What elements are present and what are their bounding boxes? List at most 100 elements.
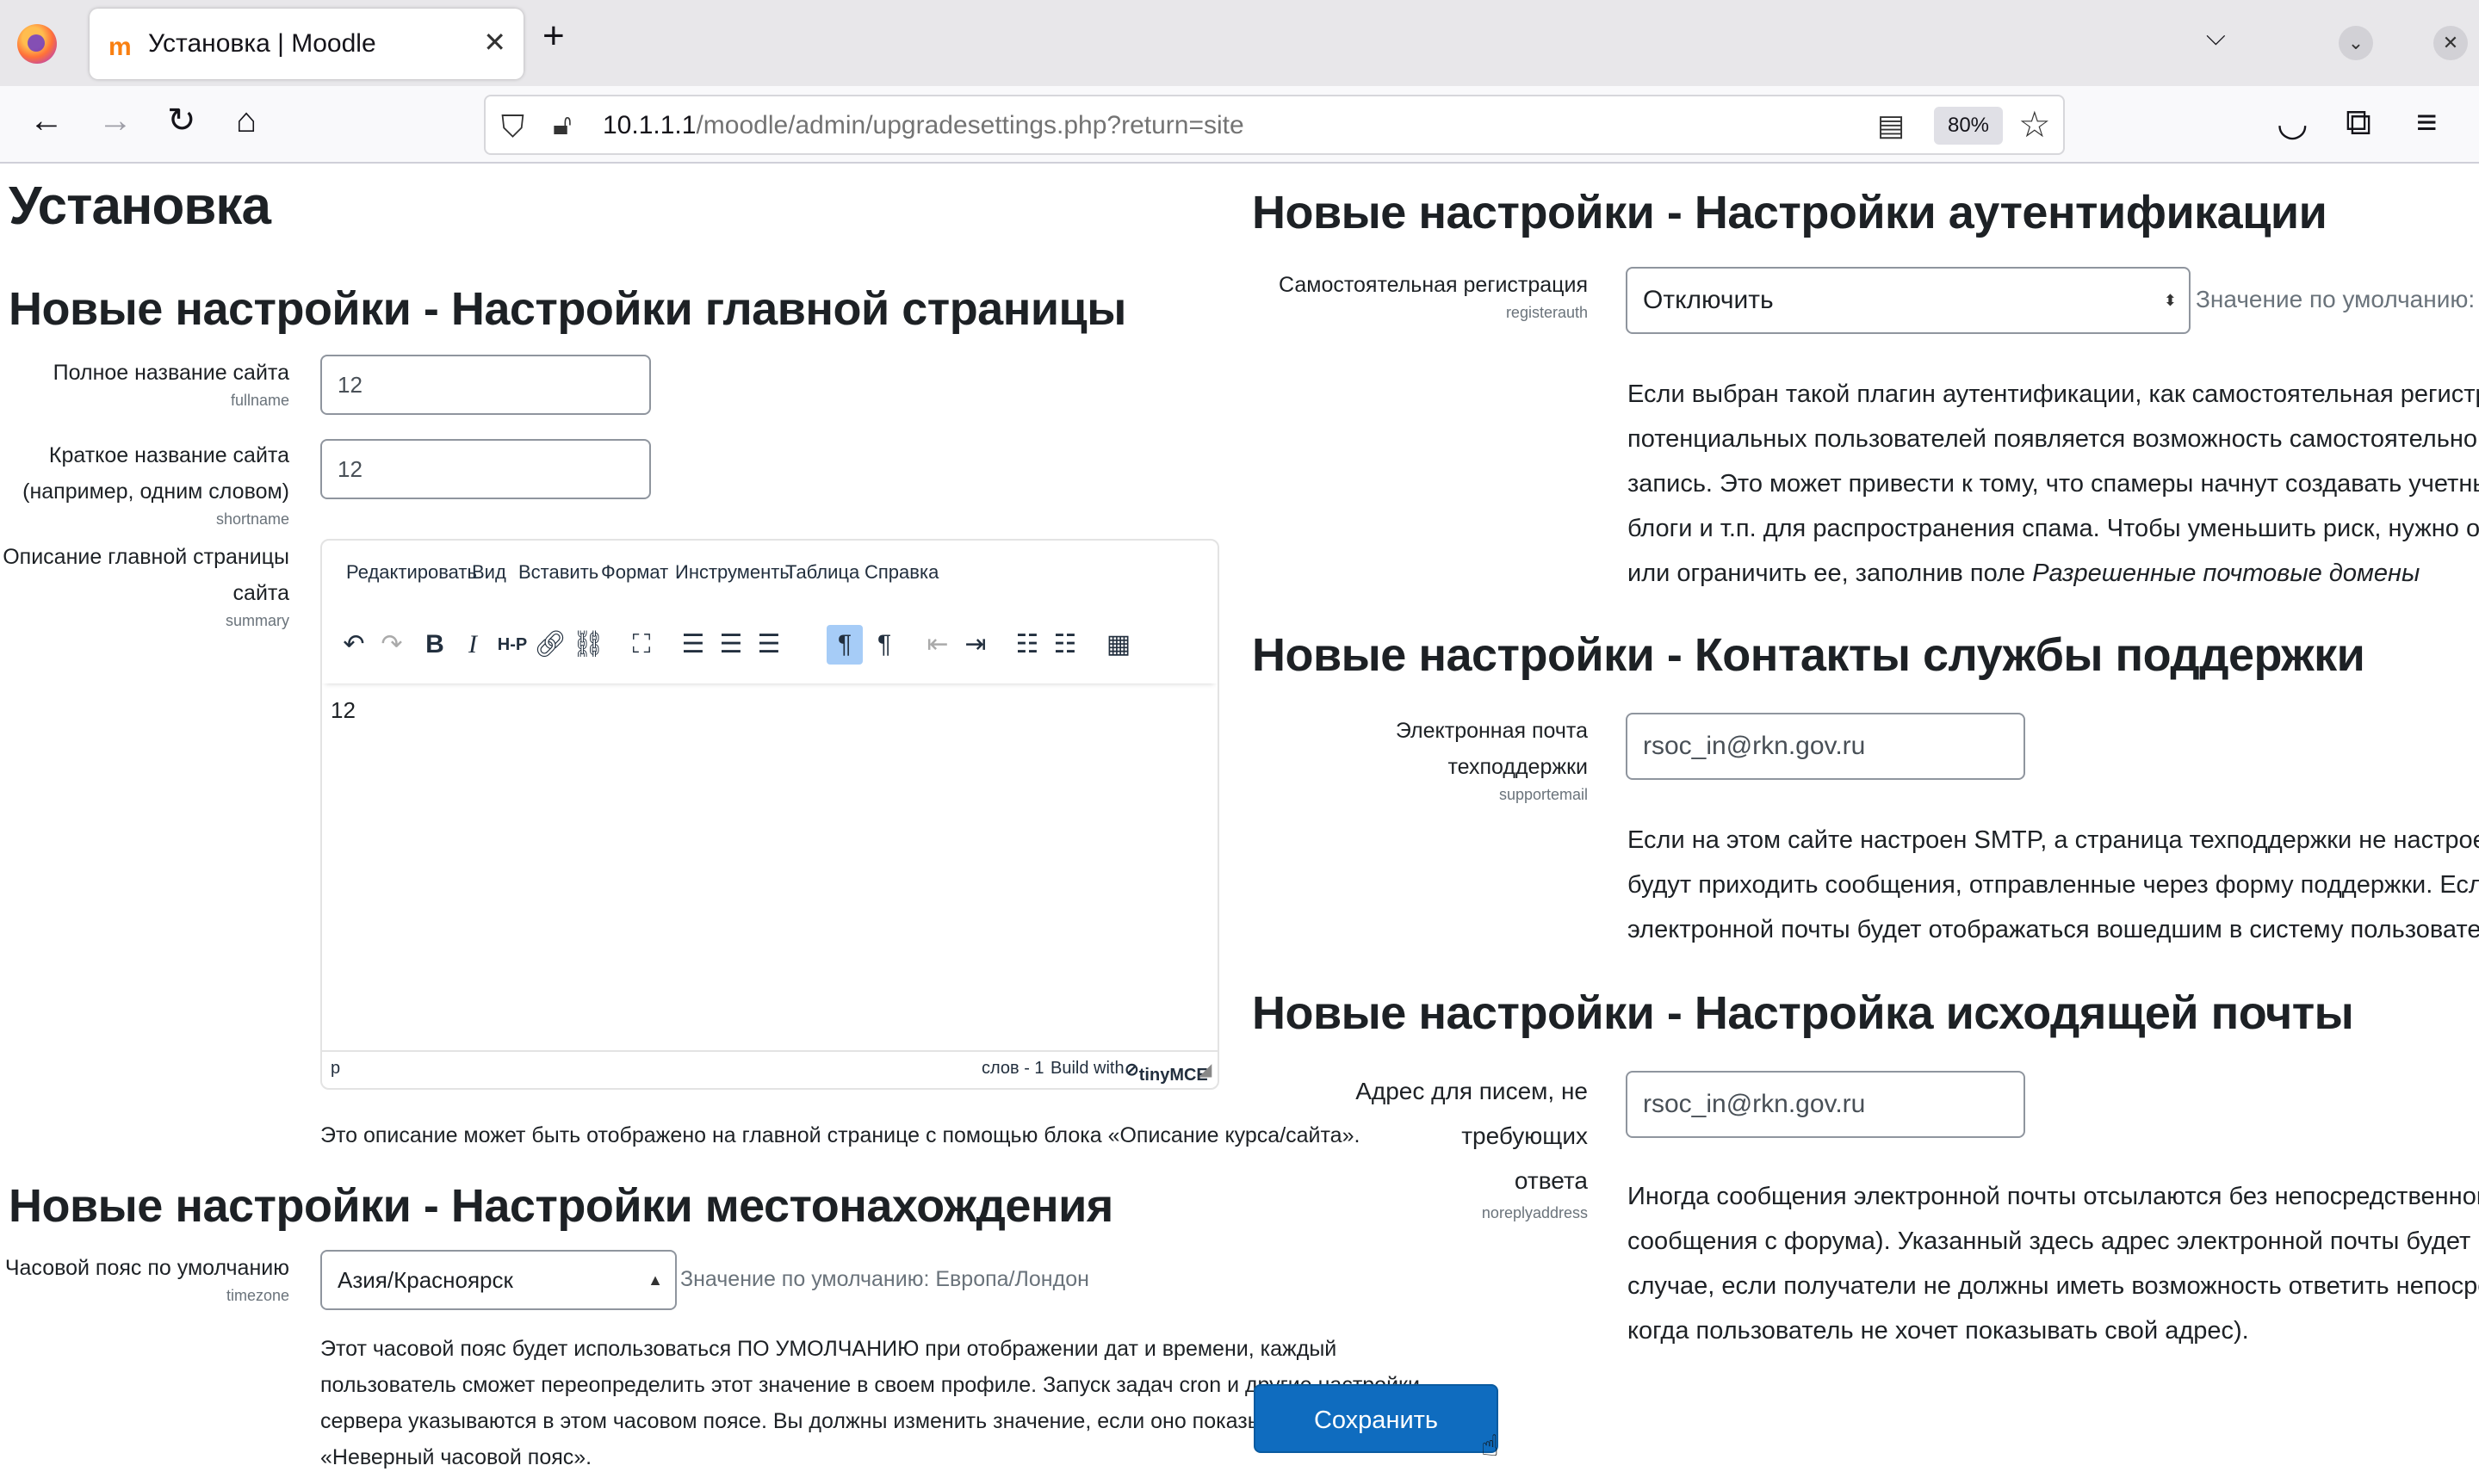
noreply-desc-line: сообщения с форума). Указанный здесь адр…: [1627, 1227, 2479, 1255]
tracking-shield-icon[interactable]: ⛉: [501, 108, 524, 145]
shortname-input[interactable]: 12: [320, 439, 651, 499]
save-changes-button[interactable]: Сохранить изменения: [1254, 1384, 1498, 1484]
fullname-input[interactable]: 12: [320, 355, 651, 415]
back-arrow-icon[interactable]: ←: [29, 103, 64, 138]
fullname-key: fullname: [230, 392, 289, 409]
unlink-icon[interactable]: ⛓︎: [570, 625, 606, 665]
frontpage-section-heading: Новые настройки - Настройки главной стра…: [9, 283, 1126, 335]
supportemail-input[interactable]: rsoc_in@rkn.gov.ru: [1626, 713, 2025, 780]
numbered-list-icon[interactable]: ☷: [1047, 625, 1083, 665]
shortname-label-line2: (например, одним словом): [22, 479, 289, 504]
timezone-desc-line: «Неверный часовой пояс».: [320, 1445, 592, 1469]
fullname-label-text: Полное название сайта: [53, 361, 289, 385]
menu-format[interactable]: Формат: [601, 561, 668, 584]
close-tab-icon[interactable]: ✕: [483, 26, 506, 59]
noreply-input[interactable]: rsoc_in@rkn.gov.ru: [1626, 1071, 2025, 1138]
insecure-lock-icon[interactable]: 🔓︎: [553, 108, 572, 142]
reload-icon[interactable]: ↻: [167, 103, 196, 138]
browser-tab-active[interactable]: m Установка | Moodle ✕: [90, 9, 524, 79]
close-window-icon[interactable]: ✕: [2433, 26, 2468, 60]
ltr-direction-icon[interactable]: ¶: [827, 625, 863, 665]
supportemail-desc-line: электронной почты будет отображаться вош…: [1627, 916, 2479, 943]
page-title: Установка: [9, 176, 271, 236]
tinymce-brand-link[interactable]: ⊘ tinyMCE: [1125, 1059, 1208, 1085]
supportemail-description: Если на этом сайте настроен SMTP, а стра…: [1627, 818, 2479, 952]
timezone-desc-line: сервера указываются в этом часовом поясе…: [320, 1409, 1367, 1433]
address-bar[interactable]: ⛉ 🔓︎ 10.1.1.1/moodle/admin/upgradesettin…: [484, 95, 2065, 155]
noreply-desc-line: Иногда сообщения электронной почты отсыл…: [1627, 1183, 2479, 1210]
editor-content[interactable]: 12: [331, 697, 356, 724]
reader-view-icon[interactable]: ▤: [1877, 108, 1905, 143]
shortname-label: Краткое название сайта (например, одним …: [0, 437, 289, 529]
fullname-label: Полное название сайта fullname: [0, 355, 289, 410]
editor-statusbar: p слов - 1 Build with ⊘ tinyMCE ◢: [322, 1050, 1218, 1088]
browser-tab-bar: m Установка | Moodle ✕ + ⌵ ⌄ ✕: [0, 0, 2479, 86]
timezone-key: timezone: [226, 1287, 289, 1304]
bullet-list-icon[interactable]: ☷: [1009, 625, 1045, 665]
redo-icon[interactable]: ↷: [374, 625, 410, 665]
new-tab-button[interactable]: +: [542, 17, 565, 55]
home-icon[interactable]: ⌂: [236, 103, 257, 138]
zoom-level-badge[interactable]: 80%: [1934, 107, 2003, 145]
registerauth-select[interactable]: Отключить ⬍: [1626, 267, 2191, 334]
minimize-window-icon[interactable]: ⌄: [2339, 26, 2373, 60]
align-right-icon[interactable]: ☰: [751, 625, 787, 665]
timezone-desc-line: Этот часовой пояс будет использоваться П…: [320, 1337, 1337, 1361]
resize-handle-icon[interactable]: ◢: [1199, 1059, 1212, 1080]
summary-rich-text-editor[interactable]: Редактировать Вид Вставить Формат Инстру…: [320, 539, 1219, 1090]
supportemail-label: Электронная почта техподдержки supportem…: [1257, 713, 1588, 804]
outdent-icon[interactable]: ⇤: [920, 625, 956, 665]
select-arrows-icon: ▲: [648, 1271, 663, 1289]
maximize-window-icon[interactable]: [2385, 26, 2420, 60]
firefox-logo-icon[interactable]: [17, 24, 57, 64]
moodle-favicon-icon: m: [108, 33, 132, 61]
summary-description: Это описание может быть отображено на гл…: [320, 1123, 1360, 1147]
noreply-key: noreplyaddress: [1481, 1204, 1588, 1221]
menu-tools[interactable]: Инструменты: [675, 561, 793, 584]
menu-help[interactable]: Справка: [865, 561, 939, 584]
support-section-heading: Новые настройки - Контакты службы поддер…: [1252, 629, 2365, 681]
hand-cursor-icon: ☝︎: [1481, 1430, 1499, 1462]
pocket-icon[interactable]: ◡: [2277, 102, 2309, 144]
noreply-label-line2: ответа: [1514, 1167, 1588, 1194]
menu-table[interactable]: Таблица: [785, 561, 859, 584]
registerauth-desc-line: потенциальных пользователей появляется в…: [1627, 425, 2479, 453]
equation-calculator-icon[interactable]: ▦: [1100, 625, 1137, 665]
registerauth-desc-line: запись. Это может привести к тому, что с…: [1627, 470, 2479, 498]
undo-icon[interactable]: ↶: [336, 625, 372, 665]
bold-icon[interactable]: B: [417, 625, 453, 665]
fullscreen-icon[interactable]: ⛶: [623, 625, 660, 665]
indent-icon[interactable]: ⇥: [958, 625, 994, 665]
h5p-icon[interactable]: H-P: [494, 625, 530, 665]
supportemail-desc-line: Если на этом сайте настроен SMTP, а стра…: [1627, 826, 2479, 854]
supportemail-label-text: Электронная почта техподдержки: [1395, 719, 1588, 779]
app-menu-icon[interactable]: ≡: [2416, 102, 2438, 143]
shortname-label-line1: Краткое название сайта: [48, 443, 289, 467]
registerauth-description: Если выбран такой плагин аутентификации,…: [1627, 372, 2479, 596]
registerauth-default: Значение по умолчанию: Откл: [2196, 286, 2479, 312]
menu-edit[interactable]: Редактировать: [346, 561, 477, 584]
tinymce-brand-text: tinyMCE: [1138, 1066, 1208, 1085]
list-all-tabs-chevron-icon[interactable]: ⌵: [2206, 22, 2226, 52]
timezone-label-text: Часовой пояс по умолчанию: [4, 1256, 289, 1280]
registerauth-selected-value: Отключить: [1643, 286, 1774, 314]
forward-arrow-icon[interactable]: →: [98, 103, 133, 138]
rtl-direction-icon[interactable]: ¶: [866, 625, 902, 665]
italic-icon[interactable]: I: [455, 625, 491, 665]
link-icon[interactable]: 🔗︎: [532, 625, 568, 665]
registerauth-desc-last-line: или ограничить ее, заполнив поле Разреше…: [1627, 551, 2479, 596]
align-center-icon[interactable]: ☰: [713, 625, 749, 665]
tab-title: Установка | Moodle: [148, 29, 376, 58]
menu-view[interactable]: Вид: [472, 561, 506, 584]
noreply-label: Адрес для писем, не требующих ответа nor…: [1240, 1069, 1588, 1222]
word-count[interactable]: слов - 1: [982, 1059, 1044, 1079]
extensions-icon[interactable]: ⧉: [2346, 102, 2371, 144]
auth-section-heading: Новые настройки - Настройки аутентификац…: [1252, 187, 2327, 238]
url-text[interactable]: 10.1.1.1/moodle/admin/upgradesettings.ph…: [603, 111, 1244, 140]
summary-key: summary: [225, 612, 289, 629]
timezone-select[interactable]: Азия/Красноярск ▲: [320, 1250, 677, 1310]
menu-insert[interactable]: Вставить: [518, 561, 598, 584]
bookmark-star-icon[interactable]: ☆: [2018, 103, 2051, 145]
align-left-icon[interactable]: ☰: [675, 625, 711, 665]
element-path[interactable]: p: [331, 1059, 340, 1079]
